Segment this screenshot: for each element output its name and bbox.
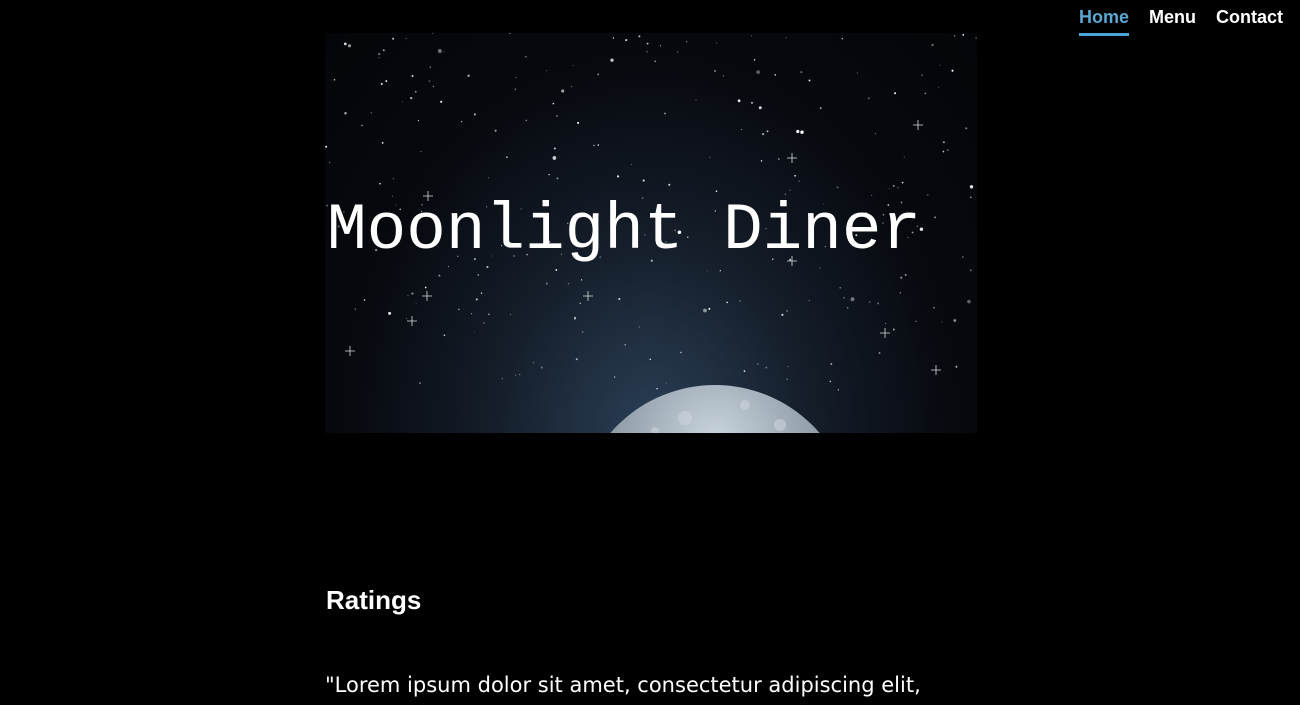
nav-menu-link[interactable]: Menu	[1139, 0, 1206, 36]
page: Home Menu Contact Moonlight Diner Rating…	[0, 0, 1300, 705]
top-nav: Home Menu Contact	[1069, 0, 1300, 36]
review-text: "Lorem ipsum dolor sit amet, consectetur…	[325, 673, 921, 697]
hero-banner: Moonlight Diner	[325, 33, 977, 433]
site-title: Moonlight Diner	[327, 193, 922, 268]
ratings-heading: Ratings	[326, 585, 422, 615]
nav-home-link[interactable]: Home	[1078, 0, 1129, 36]
nav-contact-link[interactable]: Contact	[1206, 0, 1300, 36]
